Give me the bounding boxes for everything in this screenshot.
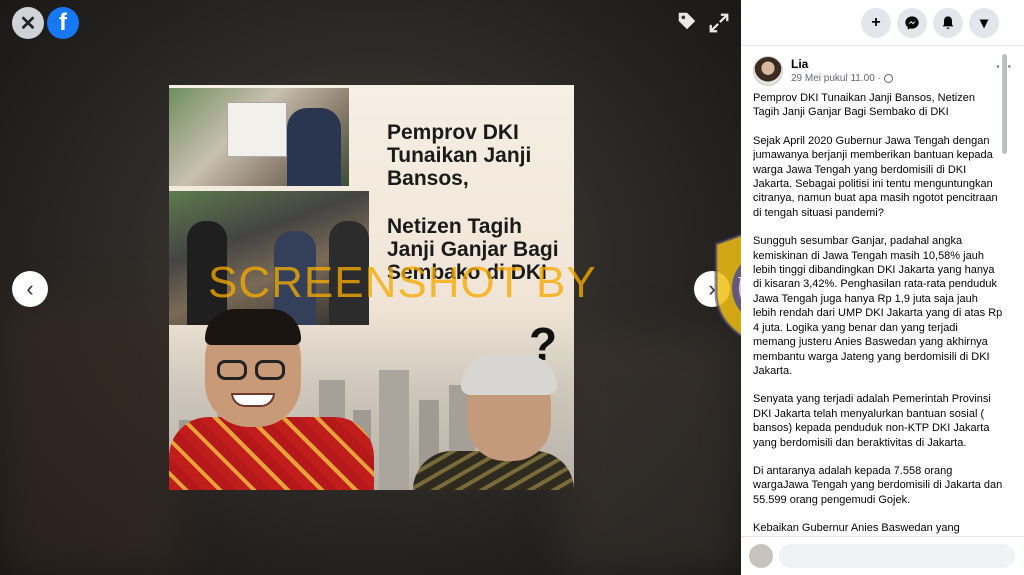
post-paragraph: Sungguh sesumbar Ganjar, padahal angka k… [753, 235, 1003, 377]
post-panel: + ▾ Lia 29 Mei pukul 11.00 · ··· Pemprov… [741, 0, 1024, 575]
facebook-logo-icon[interactable]: f [47, 7, 79, 39]
post-paragraph: Senyata yang terjadi adalah Pemerintah P… [753, 393, 991, 449]
messenger-icon [905, 16, 919, 30]
background-blur [0, 300, 180, 575]
expand-icon[interactable] [708, 12, 730, 34]
author-name[interactable]: Lia [791, 57, 808, 71]
bell-icon [942, 16, 954, 29]
previous-photo-button[interactable]: ‹ [12, 271, 48, 307]
post-header: Lia 29 Mei pukul 11.00 · ··· [753, 56, 1013, 90]
avatar[interactable] [753, 56, 783, 86]
person-photo-left [169, 305, 374, 490]
avatar [749, 544, 773, 568]
post-paragraph: Di antaranya adalah kepada 7.558 orang w… [753, 464, 1003, 506]
person-photo-right [391, 355, 574, 490]
plus-icon: + [871, 14, 881, 31]
post-paragraph: Pemprov DKI Tunaikan Janji Bansos, Netiz… [753, 92, 975, 119]
post-meta: 29 Mei pukul 11.00 · [791, 73, 893, 84]
messenger-button[interactable] [897, 8, 927, 38]
account-menu-button[interactable]: ▾ [969, 8, 999, 38]
close-button[interactable]: ✕ [12, 7, 44, 39]
comment-input[interactable] [779, 544, 1015, 568]
post-text: Pemprov DKI Tunaikan Janji Bansos, Netiz… [753, 91, 1003, 536]
photo-viewer: ✕ f ‹ Pemprov DKI Tunaikan Janji Bansos,… [0, 0, 741, 575]
photo-headline-top: Pemprov DKI Tunaikan Janji Bansos, [387, 121, 532, 190]
globe-icon [883, 74, 893, 83]
create-button[interactable]: + [861, 8, 891, 38]
comment-bar [741, 536, 1024, 575]
post-paragraph: Sejak April 2020 Gubernur Jawa Tengah de… [753, 134, 998, 219]
watermark-text: SCREENSHOT BY [208, 258, 597, 307]
scrollbar[interactable] [1002, 54, 1007, 154]
close-icon: ✕ [19, 12, 37, 35]
photo-inset-distribution [169, 88, 349, 186]
post-paragraph: Kebaikan Gubernur Anies Baswedan yang [753, 522, 960, 535]
tag-icon[interactable] [676, 10, 698, 32]
chevron-down-icon: ▾ [979, 15, 989, 32]
top-bar: + ▾ [741, 0, 1024, 46]
notifications-button[interactable] [933, 8, 963, 38]
background-blur [560, 330, 740, 575]
post-timestamp[interactable]: 29 Mei pukul 11.00 · [791, 73, 881, 84]
chevron-left-icon: ‹ [26, 276, 34, 301]
